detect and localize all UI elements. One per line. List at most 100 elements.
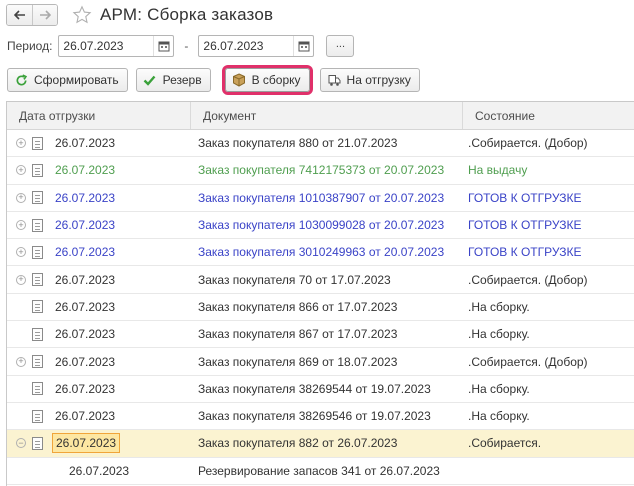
period-to-field[interactable]: 26.07.2023 [198, 35, 315, 57]
ship-date-cell: 26.07.2023 [55, 136, 116, 151]
document-icon [32, 300, 43, 314]
state-cell: ГОТОВ К ОТГРУЗКЕ [468, 218, 582, 233]
document-icon [32, 163, 43, 177]
state-cell: ГОТОВ К ОТГРУЗКЕ [468, 190, 582, 205]
ship-date-cell[interactable]: 26.07.2023 [52, 433, 121, 454]
ship-date-cell: 26.07.2023 [55, 354, 116, 369]
document-icon [32, 191, 43, 205]
generate-button[interactable]: Сформировать [7, 68, 128, 92]
document-icon [32, 436, 43, 450]
state-cell: .Собирается. [468, 436, 542, 451]
forward-button[interactable] [32, 5, 57, 25]
state-cell: .Собирается. (Добор) [468, 136, 588, 151]
ship-date-cell: 26.07.2023 [55, 245, 116, 260]
column-header-ship-date[interactable]: Дата отгрузки [7, 102, 191, 129]
calendar-icon[interactable] [293, 36, 313, 56]
table-row-selected[interactable]: − 26.07.2023 Заказ покупателя 882 от 26.0… [7, 430, 634, 458]
document-icon [32, 245, 43, 259]
state-cell: .На сборку. [468, 409, 530, 424]
table-row-child[interactable]: 26.07.2023 Резервирование запасов 341 от… [7, 458, 634, 485]
document-cell: Резервирование запасов 341 от 26.07.2023 [198, 463, 440, 478]
period-from-field[interactable]: 26.07.2023 [58, 35, 175, 57]
ship-date-cell: 26.07.2023 [55, 272, 116, 287]
box-icon [232, 73, 246, 87]
column-header-state[interactable]: Состояние [463, 102, 634, 129]
truck-icon [327, 73, 341, 87]
document-cell: Заказ покупателя 882 от 26.07.2023 [198, 436, 398, 451]
document-icon [32, 273, 43, 287]
table-row[interactable]: +26.07.2023 Заказ покупателя 7412175373 … [7, 157, 634, 185]
star-icon[interactable] [72, 5, 92, 25]
table-row[interactable]: 26.07.2023 Заказ покупателя 38269544 от … [7, 376, 634, 403]
collapse-icon[interactable]: − [16, 438, 26, 449]
back-button[interactable] [7, 5, 32, 25]
expand-icon[interactable]: + [16, 165, 26, 176]
reserve-button[interactable]: Резерв [135, 68, 211, 92]
table-row[interactable]: +26.07.2023 Заказ покупателя 869 от 18.0… [7, 348, 634, 376]
state-cell: .Собирается. (Добор) [468, 272, 588, 287]
state-cell: .На сборку. [468, 381, 530, 396]
arrow-left-icon [13, 10, 25, 20]
document-cell: Заказ покупателя 866 от 17.07.2023 [198, 299, 398, 314]
document-cell: Заказ покупателя 869 от 18.07.2023 [198, 354, 398, 369]
orders-table: Дата отгрузки Документ Состояние +26.07.… [6, 101, 634, 486]
table-row[interactable]: +26.07.2023 Заказ покупателя 880 от 21.0… [7, 130, 634, 158]
period-from-value[interactable]: 26.07.2023 [59, 39, 153, 53]
expand-icon[interactable]: + [16, 220, 26, 231]
page-title: АРМ: Сборка заказов [100, 5, 274, 24]
arrow-right-icon [40, 10, 51, 20]
document-icon [32, 409, 43, 423]
state-cell [463, 458, 634, 484]
document-icon [32, 327, 43, 341]
ship-date-cell: 26.07.2023 [69, 463, 130, 478]
to-assembly-button[interactable]: В сборку [224, 68, 310, 92]
document-cell: Заказ покупателя 70 от 17.07.2023 [198, 272, 391, 287]
select-period-button[interactable]: ... [326, 35, 355, 57]
expand-icon[interactable]: + [16, 356, 26, 367]
state-cell: ГОТОВ К ОТГРУЗКЕ [468, 245, 582, 260]
expand-icon[interactable]: + [16, 138, 26, 149]
state-cell: .На сборку. [468, 327, 530, 342]
refresh-icon [14, 73, 28, 87]
table-row[interactable]: +26.07.2023 Заказ покупателя 70 от 17.07… [7, 266, 634, 294]
table-row[interactable]: +26.07.2023 Заказ покупателя 3010249963 … [7, 239, 634, 267]
ship-date-cell: 26.07.2023 [55, 218, 116, 233]
document-icon [32, 382, 43, 396]
ship-date-cell: 26.07.2023 [55, 409, 116, 424]
expand-icon[interactable]: + [16, 274, 26, 285]
nav-buttons [6, 4, 58, 26]
state-cell: .Собирается. (Добор) [468, 354, 588, 369]
period-to-value[interactable]: 26.07.2023 [199, 39, 293, 53]
to-assembly-label: В сборку [251, 73, 301, 87]
document-cell: Заказ покупателя 38269546 от 19.07.2023 [198, 409, 431, 424]
to-shipment-button[interactable]: На отгрузку [319, 68, 420, 92]
document-cell: Заказ покупателя 880 от 21.07.2023 [198, 136, 398, 151]
table-row[interactable]: 26.07.2023 Заказ покупателя 866 от 17.07… [7, 294, 634, 322]
period-separator: - [184, 39, 189, 53]
document-cell: Заказ покупателя 38269544 от 19.07.2023 [198, 381, 431, 396]
document-cell: Заказ покупателя 1030099028 от 20.07.202… [198, 218, 445, 233]
expand-icon[interactable]: + [16, 247, 26, 258]
document-icon [32, 136, 43, 150]
reserve-label: Резерв [162, 73, 202, 87]
to-shipment-label: На отгрузку [346, 73, 411, 87]
ship-date-cell: 26.07.2023 [55, 299, 116, 314]
ship-date-cell: 26.07.2023 [55, 190, 116, 205]
document-cell: Заказ покупателя 1010387907 от 20.07.202… [198, 190, 445, 205]
expand-icon[interactable]: + [16, 192, 26, 203]
period-label: Период: [7, 39, 53, 53]
document-icon [32, 218, 43, 232]
table-row[interactable]: +26.07.2023 Заказ покупателя 1010387907 … [7, 185, 634, 212]
title-bar: АРМ: Сборка заказов [6, 4, 273, 26]
column-header-document[interactable]: Документ [191, 102, 463, 129]
state-cell: .На сборку. [468, 299, 530, 314]
calendar-icon[interactable] [153, 36, 173, 56]
table-row[interactable]: +26.07.2023 Заказ покупателя 1030099028 … [7, 212, 634, 240]
table-row[interactable]: 26.07.2023 Заказ покупателя 867 от 17.07… [7, 321, 634, 349]
state-cell: На выдачу [468, 163, 528, 178]
table-header: Дата отгрузки Документ Состояние [7, 102, 634, 130]
document-cell: Заказ покупателя 3010249963 от 20.07.202… [198, 245, 445, 260]
table-row[interactable]: 26.07.2023 Заказ покупателя 38269546 от … [7, 403, 634, 431]
checkmark-icon [143, 73, 157, 87]
period-row: Период: 26.07.2023 - 26.07.2023 ... [7, 34, 355, 58]
